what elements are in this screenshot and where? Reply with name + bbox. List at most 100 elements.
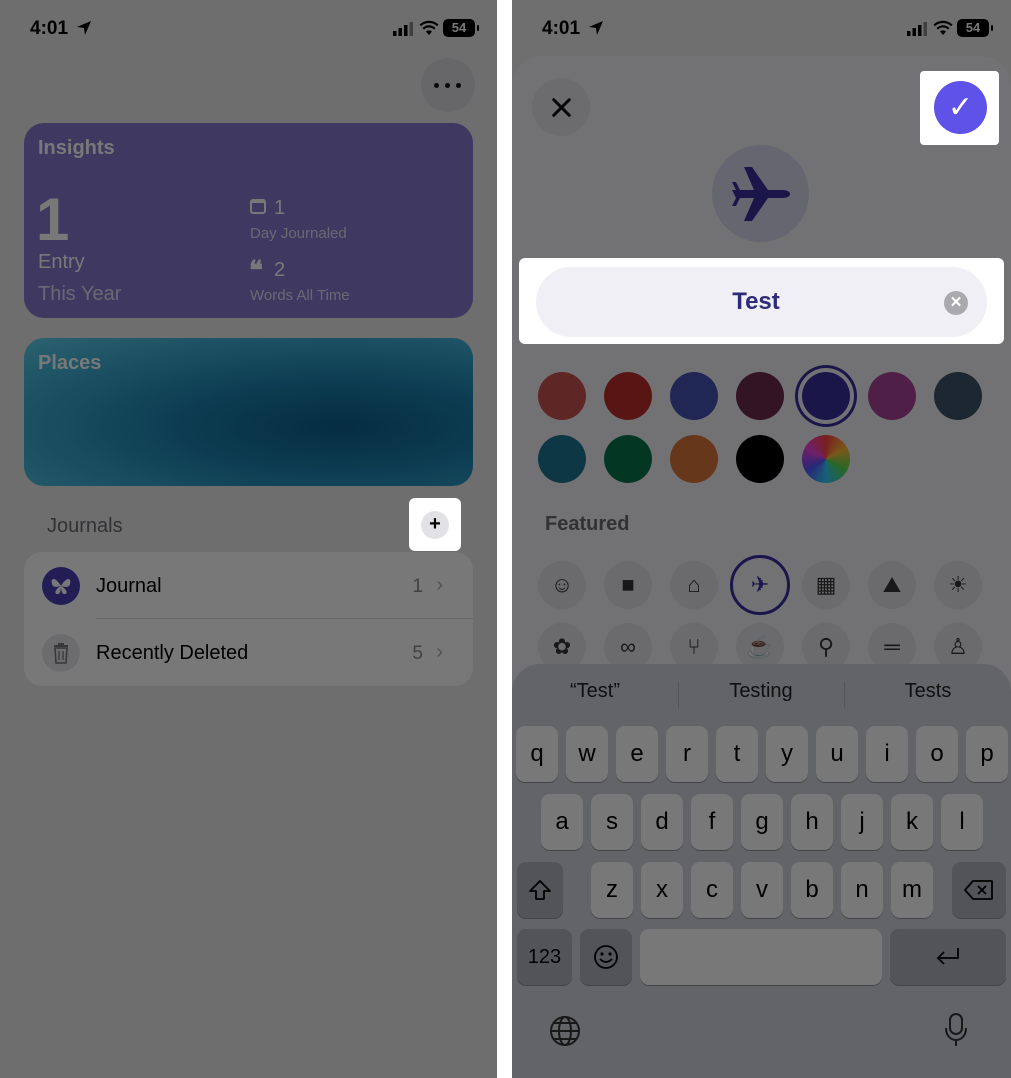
shift-key[interactable]	[517, 862, 563, 918]
key-a[interactable]: a	[541, 794, 583, 850]
color-swatch[interactable]	[868, 372, 916, 420]
color-swatch[interactable]	[802, 435, 850, 483]
done-button[interactable]: ✓	[934, 81, 987, 134]
airplane-icon[interactable]: ✈	[730, 555, 790, 615]
smiley-icon[interactable]: ☺	[538, 561, 586, 609]
key-y[interactable]: y	[766, 726, 808, 782]
key-k[interactable]: k	[891, 794, 933, 850]
status-bar: 4:01 54	[512, 16, 1011, 44]
screenshot-divider	[497, 0, 512, 1078]
places-title: Places	[38, 352, 102, 374]
return-icon	[936, 948, 959, 965]
color-swatch[interactable]	[802, 372, 850, 420]
key-d[interactable]: d	[641, 794, 683, 850]
key-s[interactable]: s	[591, 794, 633, 850]
suggestion-testing[interactable]: Testing	[678, 680, 844, 703]
key-i[interactable]: i	[866, 726, 908, 782]
key-l[interactable]: l	[941, 794, 983, 850]
cellular-signal-icon	[393, 22, 413, 36]
key-c[interactable]: c	[691, 862, 733, 918]
journal-name-input[interactable]	[566, 267, 946, 337]
color-swatch[interactable]	[934, 372, 982, 420]
key-w[interactable]: w	[566, 726, 608, 782]
return-key[interactable]	[890, 929, 1006, 985]
color-swatch[interactable]	[604, 372, 652, 420]
journal-home-screen: 4:01 54 Insights 1 Entry This Year 1 Day…	[0, 0, 497, 1078]
key-j[interactable]: j	[841, 794, 883, 850]
delete-key[interactable]	[952, 862, 1006, 918]
color-swatch[interactable]	[670, 435, 718, 483]
chevron-right-icon: ›	[436, 574, 443, 596]
microphone-icon[interactable]	[944, 1012, 968, 1048]
journal-name: Journal	[96, 575, 162, 597]
calendar-icon	[250, 199, 266, 214]
journal-row-journal[interactable]: Journal 1 ›	[24, 552, 473, 619]
color-swatch[interactable]	[736, 372, 784, 420]
mountains-icon[interactable]: ⛰	[868, 561, 916, 609]
key-h[interactable]: h	[791, 794, 833, 850]
key-p[interactable]: p	[966, 726, 1008, 782]
close-button[interactable]	[532, 78, 590, 136]
add-journal-button[interactable]: +	[421, 511, 449, 539]
key-o[interactable]: o	[916, 726, 958, 782]
journal-name: Recently Deleted	[96, 642, 249, 664]
journal-count: 1	[412, 576, 423, 597]
key-x[interactable]: x	[641, 862, 683, 918]
bag-icon[interactable]: ■	[604, 561, 652, 609]
more-options-button[interactable]	[421, 58, 475, 112]
journal-count: 5	[412, 643, 423, 664]
key-g[interactable]: g	[741, 794, 783, 850]
suggestion-tests[interactable]: Tests	[845, 680, 1011, 703]
numbers-key[interactable]: 123	[517, 929, 572, 985]
places-card[interactable]: Places	[24, 338, 473, 486]
map-icon[interactable]: ▦	[802, 561, 850, 609]
key-e[interactable]: e	[616, 726, 658, 782]
wifi-icon	[419, 20, 439, 35]
sun-icon[interactable]: ☀	[934, 561, 982, 609]
house-icon[interactable]: ⌂	[670, 561, 718, 609]
butterfly-icon	[42, 567, 80, 605]
key-b[interactable]: b	[791, 862, 833, 918]
key-t[interactable]: t	[716, 726, 758, 782]
done-highlight: ✓	[920, 71, 999, 145]
battery-indicator: 54	[443, 19, 479, 37]
entries-count: 1	[36, 186, 70, 253]
keyboard: “Test” Testing Tests qwertyuiop asdfghjk…	[512, 664, 1011, 1078]
key-q[interactable]: q	[516, 726, 558, 782]
emoji-key[interactable]	[580, 929, 632, 985]
location-arrow-icon	[589, 21, 603, 35]
journal-row-recently-deleted[interactable]: Recently Deleted 5 ›	[24, 619, 473, 686]
days-journaled-label: Day Journaled	[250, 225, 347, 242]
color-swatch[interactable]	[604, 435, 652, 483]
color-swatch[interactable]	[538, 372, 586, 420]
journal-name-field[interactable]: ✕	[536, 267, 987, 337]
wifi-icon	[933, 20, 953, 35]
ellipsis-dot	[445, 83, 450, 88]
space-key[interactable]	[640, 929, 882, 985]
featured-section-header: Featured	[545, 513, 630, 535]
entries-period: This Year	[38, 283, 122, 305]
location-arrow-icon	[77, 21, 91, 35]
clear-text-button[interactable]: ✕	[944, 291, 968, 315]
suggestion-quoted[interactable]: “Test”	[512, 680, 678, 703]
journal-icon-preview[interactable]	[712, 145, 809, 242]
key-f[interactable]: f	[691, 794, 733, 850]
journals-list: Journal 1 › Recently Deleted 5 ›	[24, 552, 473, 686]
color-swatch[interactable]	[670, 372, 718, 420]
journals-section-header: Journals	[47, 515, 123, 537]
words-label: Words All Time	[250, 287, 350, 304]
entries-label: Entry	[38, 251, 85, 273]
color-swatch[interactable]	[736, 435, 784, 483]
color-swatch[interactable]	[538, 435, 586, 483]
insights-card[interactable]: Insights 1 Entry This Year 1 Day Journal…	[24, 123, 473, 318]
key-z[interactable]: z	[591, 862, 633, 918]
key-u[interactable]: u	[816, 726, 858, 782]
key-m[interactable]: m	[891, 862, 933, 918]
key-r[interactable]: r	[666, 726, 708, 782]
key-n[interactable]: n	[841, 862, 883, 918]
airplane-icon	[732, 167, 790, 221]
globe-icon[interactable]	[548, 1014, 582, 1048]
key-v[interactable]: v	[741, 862, 783, 918]
battery-indicator: 54	[957, 19, 993, 37]
insights-title: Insights	[38, 137, 115, 159]
